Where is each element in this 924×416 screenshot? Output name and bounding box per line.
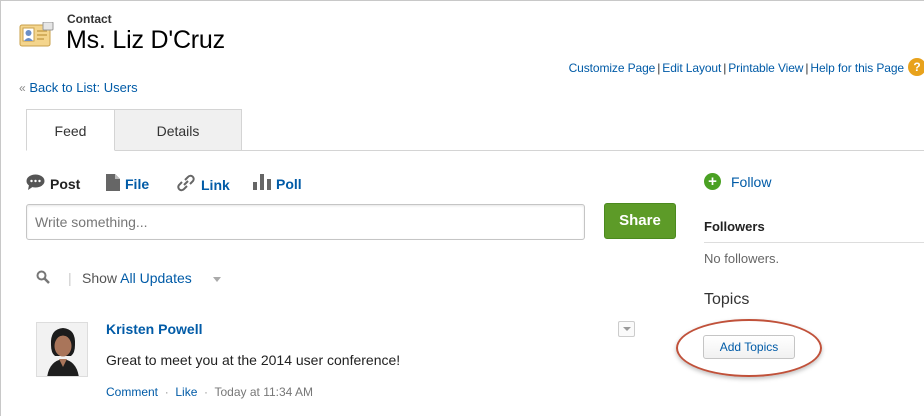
file-icon — [106, 174, 120, 194]
avatar[interactable] — [36, 322, 88, 377]
post-action[interactable]: Post — [26, 174, 80, 193]
followers-heading: Followers — [704, 219, 765, 234]
show-label: Show — [82, 270, 118, 286]
post-body: Great to meet you at the 2014 user confe… — [106, 352, 401, 368]
share-button[interactable]: Share — [604, 203, 676, 239]
write-something-input[interactable]: Write something... — [26, 204, 585, 240]
tab-details[interactable]: Details — [115, 109, 242, 151]
record-type-label: Contact — [67, 12, 112, 26]
action-separator: · — [204, 385, 209, 399]
filter-value: All Updates — [120, 270, 192, 286]
contact-card-icon — [19, 21, 55, 48]
edit-layout-link[interactable]: Edit Layout — [662, 61, 721, 75]
plus-icon: + — [704, 173, 721, 190]
comment-link[interactable]: Comment — [106, 385, 158, 399]
link-icon — [176, 174, 196, 195]
back-to-list-link[interactable]: « Back to List: Users — [19, 80, 138, 95]
link-action-label: Link — [201, 176, 230, 193]
back-link-label: Back to List: Users — [29, 80, 138, 95]
highlight-ring — [676, 319, 822, 377]
tab-feed[interactable]: Feed — [26, 109, 115, 151]
show-filter-dropdown[interactable]: Show All Updates — [82, 270, 192, 286]
like-link[interactable]: Like — [175, 385, 197, 399]
chevron-down-icon[interactable] — [213, 277, 221, 282]
help-icon[interactable]: ? — [908, 58, 924, 76]
page-links: Customize Page | Edit Layout | Printable Vie… — [569, 61, 904, 75]
poll-action[interactable]: Poll — [253, 174, 302, 193]
post-author-link[interactable]: Kristen Powell — [106, 321, 202, 337]
chat-bubble-icon — [26, 174, 45, 193]
post-action-label: Post — [50, 175, 81, 192]
link-action[interactable]: Link — [176, 174, 230, 195]
file-action-label: File — [125, 176, 150, 192]
divider — [704, 242, 924, 243]
filter-divider: | — [68, 270, 72, 286]
customize-page-link[interactable]: Customize Page — [569, 61, 656, 75]
poll-action-label: Poll — [276, 175, 302, 192]
printable-view-link[interactable]: Printable View — [728, 61, 803, 75]
post-timestamp[interactable]: Today at 11:34 AM — [215, 385, 314, 399]
post-menu-button[interactable] — [618, 321, 635, 337]
topics-heading: Topics — [704, 291, 750, 308]
help-link[interactable]: Help for this Page — [810, 61, 904, 75]
followers-empty-text: No followers. — [704, 251, 780, 266]
tab-bar: Feed Details — [26, 109, 924, 151]
search-icon[interactable] — [36, 270, 50, 287]
file-action[interactable]: File — [106, 174, 149, 194]
follow-label: Follow — [731, 173, 772, 190]
poll-icon — [253, 174, 271, 193]
follow-button[interactable]: + Follow — [704, 173, 771, 190]
action-separator: · — [164, 385, 169, 399]
page-title: Ms. Liz D'Cruz — [66, 26, 225, 54]
post-actions: Comment · Like · Today at 11:34 AM — [106, 385, 313, 399]
back-arrow-icon: « — [19, 81, 26, 95]
